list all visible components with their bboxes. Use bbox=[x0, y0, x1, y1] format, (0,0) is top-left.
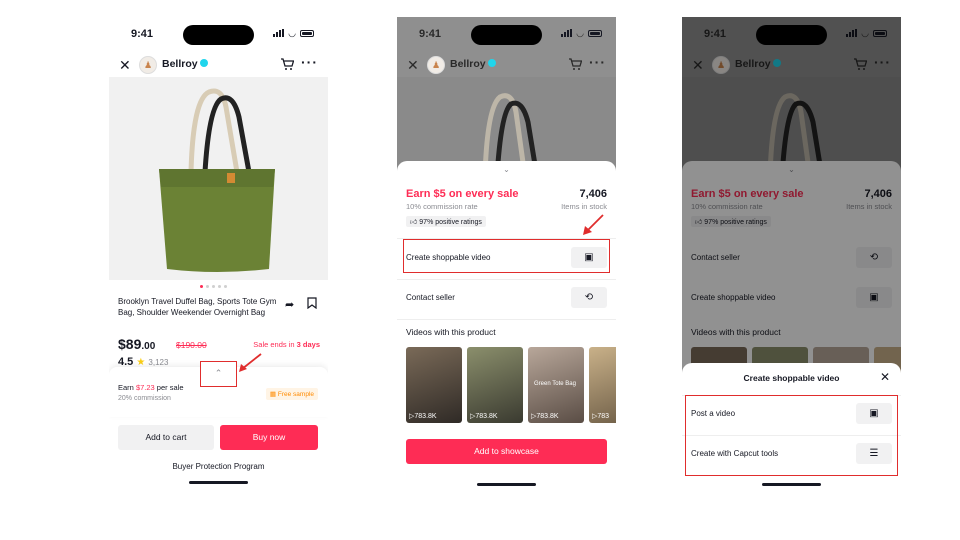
rating-count: 3,123 bbox=[148, 358, 169, 367]
row-label: Contact seller bbox=[406, 293, 455, 302]
cart-icon[interactable] bbox=[568, 57, 582, 71]
wifi-icon: ◡ bbox=[288, 28, 296, 38]
divider bbox=[397, 319, 616, 320]
home-indicator bbox=[189, 481, 248, 484]
video-thumbnail[interactable]: ▷783.8K bbox=[406, 347, 462, 423]
verified-icon bbox=[487, 59, 496, 68]
video-thumbnail[interactable]: ▷783.8K bbox=[467, 347, 523, 423]
screen-product-detail: 9:41 ◡ ✕ ♟ Bellroy ··· Brooklyn Travel D… bbox=[109, 17, 328, 489]
video-views: ▷783.8K bbox=[470, 413, 498, 420]
home-indicator bbox=[477, 483, 536, 486]
tote-bag-image bbox=[159, 88, 275, 272]
seller-name[interactable]: Bellroy bbox=[162, 58, 208, 70]
image-pagination bbox=[200, 285, 227, 288]
status-bar: 9:41 ◡ bbox=[109, 17, 328, 55]
seller-avatar[interactable]: ♟ bbox=[139, 56, 157, 74]
video-views: ▷783 bbox=[592, 413, 610, 420]
thumbs-up-icon: 👍︎ bbox=[410, 219, 418, 226]
chevron-up-icon: ⌃ bbox=[214, 368, 223, 378]
status-time: 9:41 bbox=[419, 28, 442, 40]
earn-per-sale: Earn $7.23 per sale bbox=[118, 383, 184, 392]
commission-rate: 10% commission rate bbox=[406, 202, 478, 211]
product-title: Brooklyn Travel Duffel Bag, Sports Tote … bbox=[118, 297, 277, 317]
close-icon[interactable]: ✕ bbox=[880, 370, 890, 384]
home-indicator bbox=[762, 483, 821, 486]
video-views: ▷783.8K bbox=[531, 413, 559, 420]
price-row: $89.00 $190.00 Sale ends in 3 days bbox=[118, 336, 320, 352]
buy-now-button[interactable]: Buy now bbox=[220, 425, 318, 450]
product-image[interactable] bbox=[109, 77, 328, 280]
seller-name[interactable]: Bellroy bbox=[450, 58, 496, 70]
positive-rating-badge: 👍︎ 97% positive ratings bbox=[406, 216, 486, 227]
battery-icon bbox=[300, 29, 314, 37]
add-to-showcase-button[interactable]: Add to showcase bbox=[406, 439, 607, 464]
status-time: 9:41 bbox=[131, 28, 154, 40]
more-icon[interactable]: ··· bbox=[301, 54, 318, 70]
videos-section-title: Videos with this product bbox=[406, 327, 496, 337]
signal-icon bbox=[561, 29, 573, 37]
modal-title: Create shoppable video bbox=[743, 373, 840, 383]
earn-headline: Earn $5 on every sale bbox=[406, 188, 519, 200]
stock-count: 7,406 bbox=[579, 188, 607, 200]
system-icons: ◡ bbox=[561, 28, 602, 38]
collapse-chevron-icon[interactable]: ⌄ bbox=[397, 165, 616, 174]
status-bar: 9:41 ◡ bbox=[397, 17, 616, 55]
stock-label: Items in stock bbox=[561, 202, 607, 211]
battery-icon bbox=[588, 29, 602, 37]
headset-icon[interactable]: ⟲ bbox=[571, 287, 607, 308]
buyer-protection-link[interactable]: Buyer Protection Program bbox=[109, 462, 328, 471]
close-icon[interactable]: ✕ bbox=[407, 57, 419, 73]
original-price: $190.00 bbox=[176, 340, 207, 350]
bookmark-icon[interactable] bbox=[307, 297, 317, 309]
affiliate-bottom-sheet: ⌄ Earn $5 on every sale 7,406 10% commis… bbox=[397, 161, 616, 489]
highlight-modal-options bbox=[685, 395, 898, 476]
signal-icon bbox=[273, 29, 285, 37]
video-thumbnail[interactable]: ▷783 bbox=[589, 347, 616, 423]
contact-seller-row[interactable]: Contact seller ⟲ bbox=[397, 280, 616, 316]
sale-ends: Sale ends in 3 days bbox=[253, 340, 320, 349]
nav-bar: ✕ ♟ Bellroy ··· bbox=[397, 54, 616, 77]
video-thumbnail[interactable]: Green Tote Bag ▷783.8K bbox=[528, 347, 584, 423]
seller-avatar[interactable]: ♟ bbox=[427, 56, 445, 74]
close-icon[interactable]: ✕ bbox=[119, 57, 131, 73]
highlight-create-video bbox=[403, 239, 610, 273]
nav-bar: ✕ ♟ Bellroy ··· bbox=[109, 54, 328, 77]
share-icon[interactable]: ➦ bbox=[285, 298, 294, 311]
video-views: ▷783.8K bbox=[409, 413, 437, 420]
system-icons: ◡ bbox=[273, 28, 314, 38]
arrow-annotation-icon bbox=[583, 214, 604, 235]
video-caption: Green Tote Bag bbox=[534, 381, 576, 387]
free-sample-badge[interactable]: ▦ Free sample bbox=[265, 388, 318, 400]
dynamic-island bbox=[471, 25, 542, 45]
dimmed-background[interactable]: 9:41 ◡ ✕ ♟ Bellroy ··· bbox=[397, 17, 616, 177]
verified-icon bbox=[199, 59, 208, 68]
expand-chevron-button[interactable]: ⌃ bbox=[200, 361, 237, 387]
add-to-cart-button[interactable]: Add to cart bbox=[118, 425, 214, 450]
more-icon[interactable]: ··· bbox=[589, 54, 606, 70]
video-thumbnails: ▷783.8K ▷783.8K Green Tote Bag ▷783.8K ▷7… bbox=[406, 347, 616, 423]
wifi-icon: ◡ bbox=[576, 28, 584, 38]
dynamic-island bbox=[183, 25, 254, 45]
price: $89.00 bbox=[118, 336, 156, 352]
commission-label: 20% commission bbox=[118, 395, 171, 402]
arrow-annotation-icon bbox=[239, 353, 262, 372]
cart-icon[interactable] bbox=[280, 57, 294, 71]
